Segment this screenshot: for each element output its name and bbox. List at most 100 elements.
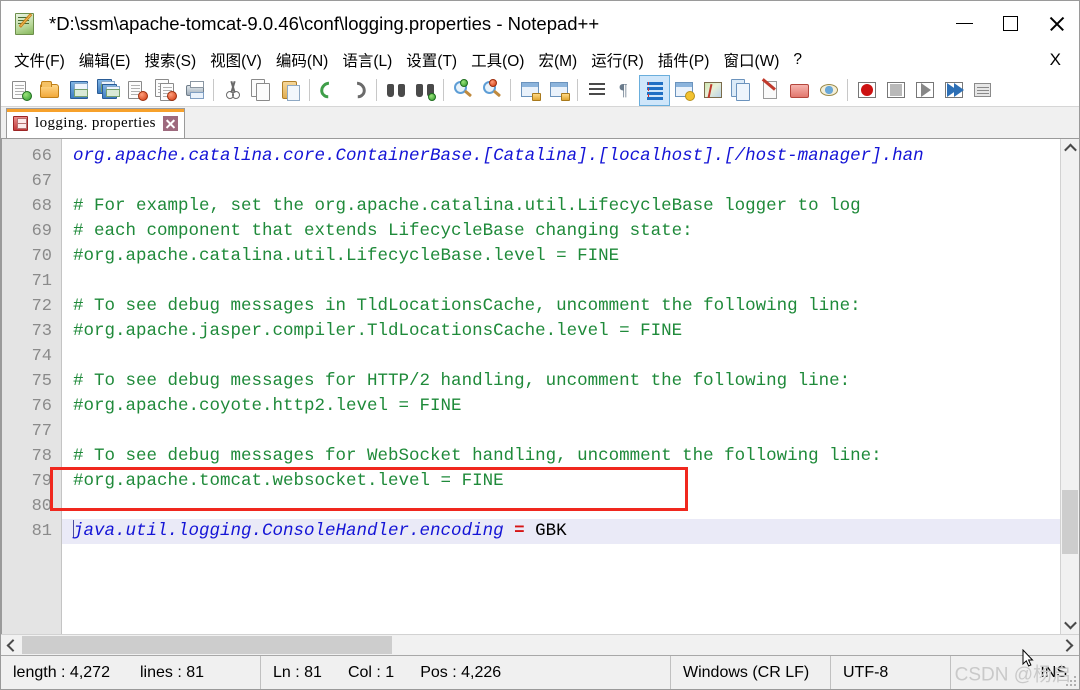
tab-logging-properties[interactable]: logging. properties [6, 108, 185, 138]
line-number: 68 [31, 197, 52, 216]
code-line: #org.apache.tomcat.websocket.level = FIN… [73, 471, 504, 491]
menu-help[interactable]: ? [786, 49, 809, 71]
macro-play-button[interactable] [910, 76, 939, 105]
window-title: *D:\ssm\apache-tomcat-9.0.46\conf\loggin… [49, 12, 600, 34]
indent-guide-button[interactable] [639, 74, 670, 106]
macro-run-multiple-button[interactable] [939, 76, 968, 105]
copy-button[interactable] [247, 76, 276, 105]
chevron-left-icon [6, 638, 20, 652]
maximize-icon [1002, 16, 1018, 31]
unsaved-floppy-icon [13, 116, 28, 131]
menu-run[interactable]: 运行(R) [584, 47, 651, 73]
menu-edit[interactable]: 编辑(E) [72, 47, 138, 73]
run-icon [972, 79, 994, 101]
code-line: org.apache.catalina.core.ContainerBase.[… [73, 146, 924, 166]
horizontal-scroll-track[interactable] [22, 635, 1058, 655]
find-button[interactable] [381, 76, 410, 105]
function-list-button[interactable] [727, 76, 756, 105]
close-file-button[interactable] [122, 76, 151, 105]
scroll-up-button[interactable] [1061, 139, 1079, 158]
edit-with-plugin-button[interactable] [756, 76, 785, 105]
open-file-icon [39, 79, 61, 101]
line-number: 78 [31, 447, 52, 466]
minimize-button[interactable] [941, 1, 987, 46]
zoom-in-icon [452, 79, 474, 101]
minimize-icon [955, 22, 973, 25]
maximize-button[interactable] [987, 1, 1033, 46]
document-map-button[interactable] [698, 76, 727, 105]
menu-macro[interactable]: 宏(M) [531, 47, 584, 73]
tab-close-icon[interactable] [162, 116, 178, 131]
macro-stop-icon [885, 79, 907, 101]
monitoring-button[interactable] [814, 76, 843, 105]
horizontal-scrollbar[interactable] [1, 634, 1079, 655]
save-all-icon [96, 79, 120, 101]
undo-button[interactable] [314, 76, 343, 105]
vertical-scrollbar[interactable] [1060, 139, 1079, 634]
save-all-button[interactable] [93, 76, 122, 105]
close-button[interactable] [1033, 1, 1079, 46]
chevron-right-icon [1060, 638, 1074, 652]
line-number: 66 [31, 147, 52, 166]
line-number: 79 [31, 472, 52, 491]
macro-run-multiple-icon [943, 79, 965, 101]
paste-button[interactable] [276, 76, 305, 105]
cut-button[interactable] [218, 76, 247, 105]
vertical-scroll-thumb[interactable] [1062, 490, 1078, 554]
menu-language[interactable]: 语言(L) [335, 47, 399, 73]
resize-grip[interactable] [1066, 676, 1076, 686]
function-list-icon [730, 79, 753, 101]
menu-settings[interactable]: 设置(T) [399, 47, 464, 73]
word-wrap-button[interactable] [582, 76, 611, 105]
new-file-button[interactable] [6, 76, 35, 105]
toolbar-separator [510, 79, 511, 101]
macro-record-button[interactable] [852, 76, 881, 105]
menu-search[interactable]: 搜索(S) [137, 47, 203, 73]
toolbar-separator [376, 79, 377, 101]
code-line: #org.apache.jasper.compiler.TldLocations… [73, 321, 683, 341]
menu-plugins[interactable]: 插件(P) [651, 47, 717, 73]
scroll-right-button[interactable] [1058, 638, 1079, 652]
status-encoding[interactable]: UTF-8 [831, 656, 951, 689]
redo-button[interactable] [343, 76, 372, 105]
menu-file[interactable]: 文件(F) [7, 47, 72, 73]
status-insert-mode[interactable]: INS [951, 656, 1079, 689]
toolbar-separator [847, 79, 848, 101]
open-file-button[interactable] [35, 76, 64, 105]
close-file-icon [126, 79, 148, 101]
vertical-scroll-track[interactable] [1061, 158, 1079, 615]
status-document-stats: length : 4,272 lines : 81 [1, 656, 261, 689]
document-map-icon [702, 79, 724, 101]
save-button[interactable] [64, 76, 93, 105]
status-length: length : 4,272 [13, 663, 110, 681]
folder-as-workspace-button[interactable] [785, 76, 814, 105]
chevron-down-icon [1063, 616, 1077, 630]
line-number: 69 [31, 222, 52, 241]
scroll-left-button[interactable] [1, 638, 22, 652]
horizontal-scroll-thumb[interactable] [22, 636, 392, 654]
menu-encoding[interactable]: 编码(N) [269, 47, 336, 73]
zoom-in-button[interactable] [448, 76, 477, 105]
macro-stop-button[interactable] [881, 76, 910, 105]
menu-window[interactable]: 窗口(W) [716, 47, 786, 73]
menu-view[interactable]: 视图(V) [203, 47, 269, 73]
zoom-out-button[interactable] [477, 76, 506, 105]
user-defined-language-button[interactable] [669, 76, 698, 105]
sync-vertical-scroll-button[interactable] [515, 76, 544, 105]
code-line-current: java.util.logging.ConsoleHandler.encodin… [62, 519, 1060, 544]
tab-label: logging. properties [35, 115, 156, 131]
run-button[interactable] [968, 76, 997, 105]
close-all-files-button[interactable] [151, 76, 180, 105]
show-all-characters-button[interactable]: ¶ [611, 76, 640, 105]
close-document-button[interactable]: X [1050, 50, 1061, 70]
print-button[interactable] [180, 76, 209, 105]
scroll-down-button[interactable] [1061, 615, 1079, 634]
menu-tools[interactable]: 工具(O) [464, 47, 531, 73]
status-eol-format[interactable]: Windows (CR LF) [671, 656, 831, 689]
sync-horizontal-scroll-button[interactable] [544, 76, 573, 105]
replace-button[interactable] [410, 76, 439, 105]
code-content[interactable]: org.apache.catalina.core.ContainerBase.[… [62, 139, 1060, 634]
status-ln: Ln : 81 [273, 663, 322, 681]
